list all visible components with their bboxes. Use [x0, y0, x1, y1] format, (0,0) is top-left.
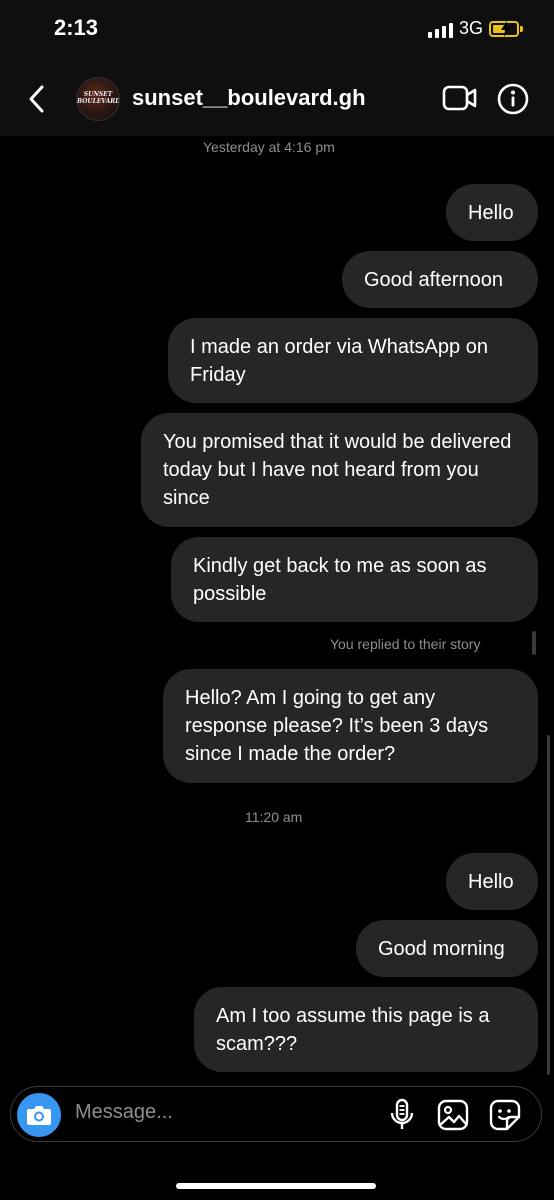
timestamp-today: 11:20 am: [245, 809, 303, 825]
signal-icon: [428, 22, 453, 38]
story-reply-label: You replied to their story: [330, 636, 481, 652]
message-bubble[interactable]: You promised that it would be delivered …: [141, 413, 538, 527]
status-time: 2:13: [54, 15, 99, 40]
message-composer: Message...: [10, 1086, 542, 1142]
message-bubble[interactable]: Kindly get back to me as soon as possibl…: [171, 537, 538, 622]
battery-icon: [489, 21, 519, 37]
scrollbar[interactable]: [547, 735, 550, 1075]
network-type: 3G: [459, 18, 484, 38]
microphone-icon[interactable]: [389, 1098, 415, 1132]
message-bubble[interactable]: Hello: [446, 853, 538, 910]
status-bar: 2:13 3G: [0, 0, 554, 62]
timestamp-yesterday: Yesterday at 4:16 pm: [203, 139, 335, 155]
message-bubble[interactable]: Good morning: [356, 920, 538, 977]
avatar[interactable]: SUNSET BOULEVARD: [76, 77, 120, 121]
message-input[interactable]: Message...: [75, 1101, 173, 1124]
info-icon[interactable]: [496, 82, 530, 116]
back-icon[interactable]: [22, 82, 52, 116]
camera-icon: [27, 1106, 51, 1125]
camera-button[interactable]: [17, 1093, 61, 1137]
video-call-icon[interactable]: [442, 84, 478, 112]
gallery-icon[interactable]: [437, 1099, 469, 1131]
message-bubble[interactable]: Hello? Am I going to get any response pl…: [163, 669, 538, 783]
message-bubble[interactable]: I made an order via WhatsApp on Friday: [168, 318, 538, 403]
message-bubble[interactable]: Hello: [446, 184, 538, 241]
message-bubble[interactable]: Am I too assume this page is a scam???: [194, 987, 538, 1072]
home-indicator[interactable]: [176, 1183, 376, 1189]
chat-header: SUNSET BOULEVARD sunset__boulevard.gh: [0, 62, 554, 136]
message-bubble[interactable]: Good afternoon: [342, 251, 538, 308]
avatar-logo-text: SUNSET BOULEVARD: [77, 91, 120, 105]
sticker-icon[interactable]: [489, 1099, 521, 1131]
story-reply-bar: [532, 631, 536, 655]
battery-tip: [520, 26, 523, 32]
chat-username[interactable]: sunset__boulevard.gh: [132, 85, 366, 111]
